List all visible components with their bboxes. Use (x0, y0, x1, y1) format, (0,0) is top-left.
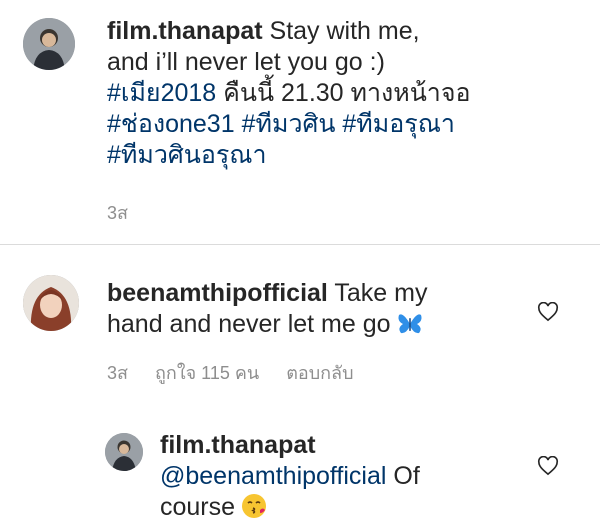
avatar[interactable] (23, 18, 75, 70)
username-link[interactable]: beenamthipofficial (107, 279, 328, 307)
blue-butterfly-icon (397, 312, 423, 344)
kissing-face-icon (241, 493, 267, 527)
comment-line: and i’ll never let you go :) (107, 48, 385, 76)
comment-body: Take my (334, 279, 428, 307)
comment-text: film.thanapat Stay with me, and i’ll nev… (107, 16, 587, 171)
profile-photo-icon (105, 433, 143, 471)
hashtag-link[interactable]: #ช่องone31 (107, 110, 235, 138)
username-link[interactable]: film.thanapat (160, 430, 520, 461)
avatar[interactable] (23, 275, 79, 331)
like-heart-icon[interactable] (537, 455, 559, 476)
profile-photo-icon (23, 275, 79, 331)
comment-body: course (160, 493, 236, 521)
hashtag-link[interactable]: #ทีมวศินอรุณา (107, 141, 267, 169)
divider (0, 244, 600, 245)
comment-meta: 3ส ถูกใจ 115 คน ตอบกลับ (107, 358, 376, 387)
hashtag-link[interactable]: #ทีมอรุณา (342, 110, 455, 138)
comment-body: Of (393, 462, 420, 490)
mention-link[interactable]: @beenamthipofficial (160, 462, 386, 490)
timestamp[interactable]: 3ส (107, 203, 128, 223)
hashtag-link[interactable]: #เมีย2018 (107, 79, 216, 107)
comment-body: Stay with me, (269, 17, 420, 45)
hashtag-link[interactable]: #ทีมวศิน (242, 110, 336, 138)
comment-body: hand and never let me go (107, 310, 391, 338)
avatar[interactable] (105, 433, 143, 471)
comment-text: beenamthipofficial Take my hand and neve… (107, 278, 527, 344)
profile-photo-icon (23, 18, 75, 70)
like-heart-icon[interactable] (537, 301, 559, 322)
comment-text: film.thanapat @beenamthipofficial Of cou… (160, 430, 520, 527)
comment-line: คืนนี้ 21.30 ทางหน้าจอ (223, 79, 471, 107)
likes-count[interactable]: ถูกใจ 115 คน (155, 363, 259, 383)
comment-meta: 3ส (107, 198, 150, 227)
username-link[interactable]: film.thanapat (107, 17, 263, 45)
timestamp[interactable]: 3ส (107, 363, 128, 383)
reply-button[interactable]: ตอบกลับ (286, 363, 353, 383)
